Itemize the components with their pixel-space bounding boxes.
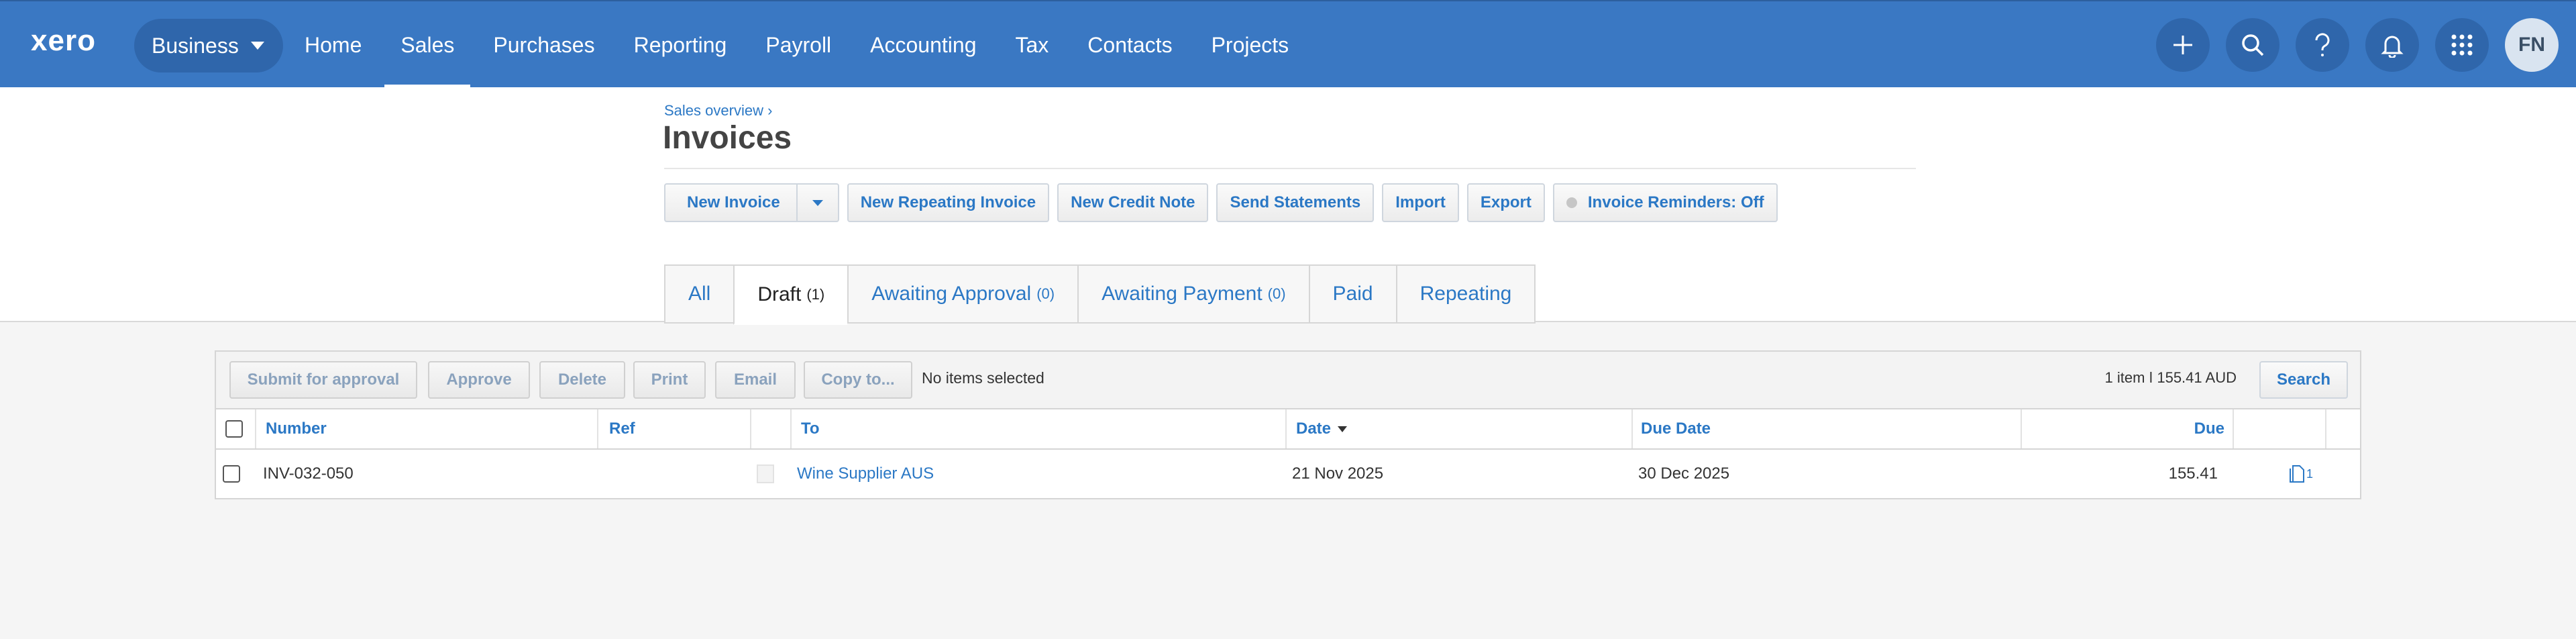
apps-grid-icon[interactable] [2435,18,2489,72]
selection-status: No items selected [922,369,1044,387]
new-credit-note-button[interactable]: New Credit Note [1057,183,1209,222]
new-repeating-invoice-button[interactable]: New Repeating Invoice [847,183,1050,222]
main-nav: Home Sales Purchases Reporting Payroll A… [288,1,1311,89]
xero-logo[interactable]: xero [31,24,96,58]
invoice-due-amount: 155.41 [2168,464,2218,483]
column-header-date[interactable]: Date [1296,409,1348,448]
nav-purchases[interactable]: Purchases [477,1,610,89]
organisation-switcher[interactable]: Business [134,19,283,72]
attachment-count: 1 [2306,466,2314,481]
tab-label: Repeating [1419,283,1512,305]
column-divider [255,409,256,448]
send-statements-button[interactable]: Send Statements [1216,183,1375,222]
column-divider [597,409,598,448]
table-row[interactable]: INV-032-050 Wine Supplier AUS 21 Nov 202… [216,450,2360,498]
nav-home[interactable]: Home [288,1,378,89]
tab-repeating[interactable]: Repeating [1395,264,1536,324]
invoice-date: 21 Nov 2025 [1292,464,1384,483]
tab-count: (0) [1036,285,1055,302]
email-button[interactable]: Email [715,361,796,399]
invoice-due-date: 30 Dec 2025 [1638,464,1730,483]
row-thumbnail-cell [757,450,774,498]
select-all-checkbox[interactable] [225,420,243,438]
column-divider [2233,409,2234,448]
column-header-ref[interactable]: Ref [609,409,635,448]
column-divider [2021,409,2022,448]
nav-accounting[interactable]: Accounting [854,1,992,89]
nav-contacts[interactable]: Contacts [1071,1,1188,89]
nav-payroll[interactable]: Payroll [749,1,847,89]
page-title: Invoices [663,120,792,156]
tab-all[interactable]: All [664,264,734,324]
invoice-contact-link[interactable]: Wine Supplier AUS [797,450,934,498]
invoice-number[interactable]: INV-032-050 [263,450,354,498]
column-header-to[interactable]: To [801,409,820,448]
status-dot-icon [1566,197,1577,208]
nav-tax[interactable]: Tax [999,1,1065,89]
nav-sales[interactable]: Sales [384,1,471,89]
column-divider [1285,409,1287,448]
invoice-actions: New Invoice New Repeating Invoice New Cr… [664,183,1786,222]
attachment-indicator[interactable]: 1 [2289,450,2313,498]
export-button[interactable]: Export [1466,183,1545,222]
invoice-reminders-label: Invoice Reminders: Off [1587,193,1764,211]
new-invoice-dropdown[interactable] [798,185,838,221]
column-header-number[interactable]: Number [266,409,327,448]
invoice-list-panel: Submit for approval Approve Delete Print… [215,350,2361,499]
column-divider [790,409,792,448]
column-header-date-label: Date [1296,420,1332,438]
tab-count: (0) [1267,285,1286,302]
document-thumbnail-icon [757,464,774,483]
caret-down-icon [812,199,823,206]
sort-descending-icon [1338,426,1348,432]
column-divider [1631,409,1633,448]
bulk-action-toolbar: Submit for approval Approve Delete Print… [216,352,2360,409]
column-header-due[interactable]: Due [2027,409,2224,448]
copy-to-button[interactable]: Copy to... [804,361,912,399]
header-divider [664,168,1916,169]
row-checkbox-cell [223,450,240,498]
search-icon[interactable] [2226,18,2279,72]
tab-draft[interactable]: Draft (1) [733,264,848,325]
breadcrumb-sales-overview[interactable]: Sales overview › [664,102,772,119]
tab-label: All [688,283,711,305]
nav-reporting[interactable]: Reporting [618,1,743,89]
organisation-name: Business [152,33,239,58]
column-divider [2325,409,2326,448]
tab-count: (1) [806,286,825,303]
invoice-reminders-button[interactable]: Invoice Reminders: Off [1552,183,1778,222]
user-avatar[interactable]: FN [2505,18,2559,72]
file-copy-icon [2290,465,2304,483]
help-icon[interactable] [2296,18,2349,72]
submit-for-approval-button[interactable]: Submit for approval [229,361,417,399]
tab-awaiting-approval[interactable]: Awaiting Approval (0) [847,264,1078,324]
top-right-icons: FN [2140,18,2559,72]
page-header: Sales overview › Invoices New Invoice Ne… [0,87,2576,325]
column-header-due-date[interactable]: Due Date [1641,409,1711,448]
approve-button[interactable]: Approve [428,361,530,399]
delete-button[interactable]: Delete [539,361,625,399]
column-divider [750,409,751,448]
nav-projects[interactable]: Projects [1195,1,1305,89]
tab-awaiting-payment[interactable]: Awaiting Payment (0) [1077,264,1309,324]
new-invoice-button[interactable]: New Invoice [665,185,798,221]
list-summary: 1 item ǀ 155.41 AUD [2104,369,2237,386]
invoice-status-tabs: All Draft (1) Awaiting Approval (0) Awaiti… [664,264,1536,325]
import-button[interactable]: Import [1382,183,1459,222]
tab-label: Awaiting Approval [871,283,1032,305]
new-invoice-split-button: New Invoice [664,183,839,222]
tab-label: Draft [757,283,802,305]
search-button[interactable]: Search [2259,361,2348,399]
select-all-checkbox-cell [225,409,243,448]
print-button[interactable]: Print [633,361,706,399]
tab-paid[interactable]: Paid [1308,264,1396,324]
plus-icon[interactable] [2156,18,2210,72]
tab-label: Paid [1332,283,1373,305]
chevron-down-icon [250,42,264,50]
table-header: Number Ref To Date Due Date Due [216,409,2360,450]
top-navigation-bar: xero Business Home Sales Purchases Repor… [0,0,2576,89]
row-checkbox[interactable] [223,465,240,483]
bell-icon[interactable] [2365,18,2419,72]
tab-label: Awaiting Payment [1102,283,1263,305]
